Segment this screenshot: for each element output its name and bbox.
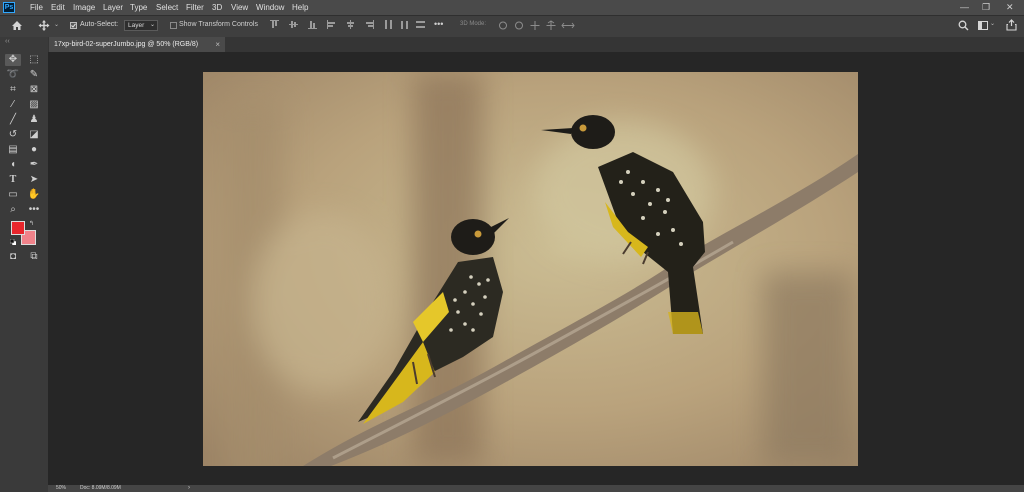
eraser-tool-icon[interactable]: ◪ bbox=[26, 129, 42, 141]
auto-select-target-value: Layer bbox=[128, 22, 145, 29]
dodge-tool-icon[interactable]: ◖ bbox=[5, 159, 21, 171]
default-colors-icon[interactable] bbox=[10, 239, 16, 245]
status-menu-arrow-icon[interactable]: › bbox=[188, 485, 190, 492]
3d-pan-icon bbox=[530, 21, 540, 30]
healing-brush-tool-icon[interactable]: ▨ bbox=[26, 99, 42, 111]
frame-tool-icon[interactable]: ⊠ bbox=[26, 84, 42, 96]
more-options-icon[interactable]: ••• bbox=[434, 19, 443, 29]
move-tool-icon[interactable]: ✥ bbox=[5, 54, 21, 66]
share-icon[interactable] bbox=[1006, 19, 1017, 31]
photoshop-logo-icon[interactable]: Ps bbox=[3, 2, 15, 13]
3d-roll-icon bbox=[515, 21, 523, 30]
minimize-icon[interactable]: — bbox=[960, 2, 969, 13]
align-bottom-edges-icon[interactable] bbox=[308, 20, 317, 29]
auto-select-checkbox[interactable] bbox=[70, 22, 77, 29]
distribute-top-icon[interactable] bbox=[352, 20, 361, 29]
menu-select[interactable]: Select bbox=[156, 2, 178, 13]
3d-mode-tools-group bbox=[499, 20, 575, 30]
menu-edit[interactable]: Edit bbox=[51, 2, 65, 13]
menu-type[interactable]: Type bbox=[130, 2, 147, 13]
workspace-icon[interactable] bbox=[978, 21, 988, 30]
clone-stamp-tool-icon[interactable]: ♟ bbox=[26, 114, 42, 126]
document-size: Doc: 8.09M/8.09M bbox=[80, 485, 121, 491]
path-selection-tool-icon[interactable]: ➤ bbox=[26, 174, 42, 186]
restore-icon[interactable]: ❐ bbox=[982, 2, 990, 13]
document-image[interactable] bbox=[203, 72, 858, 466]
screen-mode-icon[interactable]: ⧉ bbox=[26, 251, 42, 263]
auto-select-label: Auto-Select: bbox=[80, 21, 119, 28]
auto-select-target-dropdown[interactable]: Layer ⌄ bbox=[124, 20, 158, 31]
menu-image[interactable]: Image bbox=[73, 2, 95, 13]
brush-tool-icon[interactable]: ╱ bbox=[5, 114, 21, 126]
distribute-bottom-icon[interactable] bbox=[400, 20, 409, 29]
menu-layer[interactable]: Layer bbox=[103, 2, 123, 13]
align-left-edges-icon[interactable] bbox=[327, 20, 336, 29]
collapse-panel-icon[interactable]: ‹‹ bbox=[5, 38, 10, 45]
move-tool-preset-icon[interactable] bbox=[38, 20, 50, 31]
show-transform-controls-label: Show Transform Controls bbox=[179, 21, 258, 28]
lasso-tool-icon[interactable]: ➰ bbox=[5, 69, 21, 81]
chevron-down-icon[interactable]: ⌄ bbox=[990, 20, 995, 27]
crop-tool-icon[interactable]: ⌗ bbox=[5, 84, 21, 96]
type-tool-icon[interactable]: T bbox=[5, 174, 21, 186]
align-vertical-centers-icon[interactable] bbox=[289, 20, 298, 29]
3d-slide-icon bbox=[546, 20, 556, 30]
menu-view[interactable]: View bbox=[231, 2, 248, 13]
menu-3d[interactable]: 3D bbox=[212, 2, 222, 13]
swap-colors-icon[interactable]: ↰ bbox=[29, 220, 34, 227]
eyedropper-tool-icon[interactable]: ⁄ bbox=[5, 99, 21, 111]
chevron-down-icon[interactable]: ⌄ bbox=[54, 21, 59, 28]
history-brush-tool-icon[interactable]: ↺ bbox=[5, 129, 21, 141]
3d-scale-icon bbox=[561, 22, 575, 29]
foreground-color-swatch[interactable] bbox=[11, 221, 25, 235]
3d-orbit-icon bbox=[499, 21, 507, 30]
menu-filter[interactable]: Filter bbox=[186, 2, 204, 13]
zoom-tool-icon[interactable]: ⌕ bbox=[5, 204, 21, 216]
chevron-down-icon: ⌄ bbox=[149, 22, 155, 28]
show-transform-controls-checkbox[interactable] bbox=[170, 22, 177, 29]
menu-window[interactable]: Window bbox=[256, 2, 284, 13]
distribute-horizontal-icon[interactable] bbox=[416, 20, 425, 29]
search-icon[interactable] bbox=[958, 20, 969, 31]
close-window-icon[interactable]: ✕ bbox=[1006, 2, 1014, 13]
marquee-tool-icon[interactable]: ⬚ bbox=[26, 54, 42, 66]
close-tab-icon[interactable]: × bbox=[215, 37, 220, 52]
menu-file[interactable]: File bbox=[30, 2, 43, 13]
3d-mode-label: 3D Mode: bbox=[460, 21, 487, 27]
pen-tool-icon[interactable]: ✒ bbox=[26, 159, 42, 171]
menu-help[interactable]: Help bbox=[292, 2, 308, 13]
blur-tool-icon[interactable]: ● bbox=[26, 144, 42, 156]
home-icon[interactable] bbox=[11, 20, 23, 31]
more-tools-icon[interactable]: ••• bbox=[26, 204, 42, 216]
status-bar bbox=[48, 485, 1024, 492]
distribute-vertical-centers-icon[interactable] bbox=[384, 20, 393, 29]
document-tab[interactable]: 17xp-bird-02-superJumbo.jpg @ 50% (RGB/8… bbox=[49, 37, 225, 52]
rectangle-tool-icon[interactable]: ▭ bbox=[5, 189, 21, 201]
document-tab-title: 17xp-bird-02-superJumbo.jpg @ 50% (RGB/8… bbox=[54, 41, 199, 48]
quick-mask-icon[interactable]: ◘ bbox=[5, 251, 21, 263]
zoom-level[interactable]: 50% bbox=[56, 485, 66, 492]
gradient-tool-icon[interactable]: ▤ bbox=[5, 144, 21, 156]
quick-selection-tool-icon[interactable]: ✎ bbox=[26, 69, 42, 81]
align-top-edges-icon[interactable] bbox=[270, 20, 279, 29]
menu-bar bbox=[0, 0, 1024, 15]
hand-tool-icon[interactable]: ✋ bbox=[26, 189, 42, 201]
align-right-edges-icon[interactable] bbox=[365, 20, 374, 29]
